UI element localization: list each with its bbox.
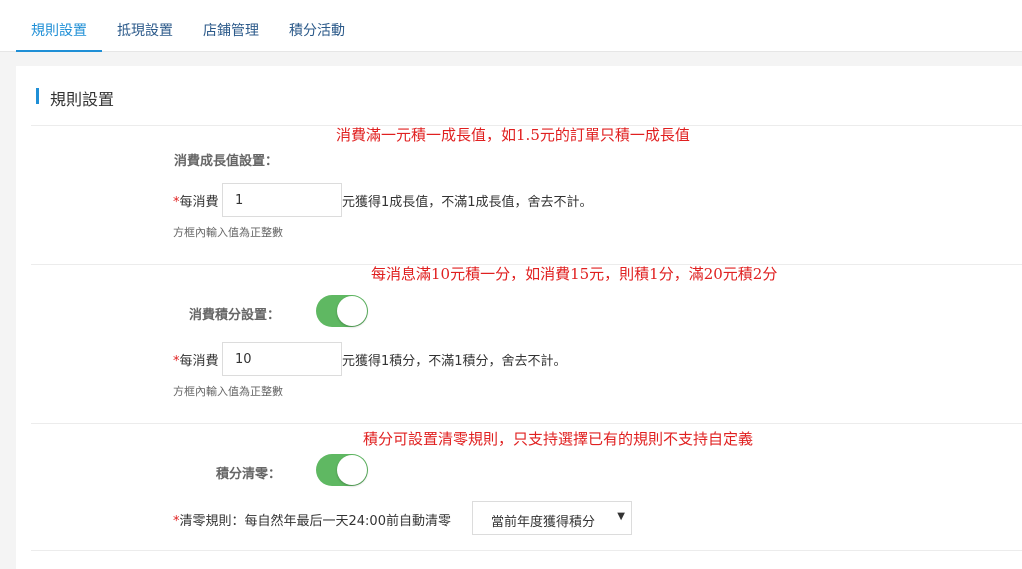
growth-note: 消費滿一元積一成長值，如1.5元的訂單只積一成長值 bbox=[336, 126, 690, 144]
clear-toggle[interactable] bbox=[316, 454, 368, 486]
tab-points-activity[interactable]: 積分活動 bbox=[284, 0, 350, 52]
section-title-accent bbox=[36, 88, 39, 104]
divider bbox=[31, 423, 1022, 424]
tab-rule-settings[interactable]: 規則設置 bbox=[16, 0, 102, 52]
growth-field-label: *每消費 bbox=[173, 191, 219, 210]
points-hint: 方框內輸入值為正整數 bbox=[173, 385, 283, 398]
growth-label: 消費成長值設置： bbox=[174, 154, 279, 169]
clear-note: 積分可設置清零規則，只支持選擇已有的規則不支持自定義 bbox=[363, 430, 754, 448]
points-field-label: *每消費 bbox=[173, 350, 219, 369]
divider bbox=[31, 550, 1022, 551]
points-label: 消費積分設置： bbox=[189, 308, 281, 323]
tab-bar: 規則設置 抵現設置 店鋪管理 積分活動 bbox=[0, 0, 1022, 52]
growth-amount-input[interactable] bbox=[222, 183, 342, 217]
clear-label: 積分清零： bbox=[216, 467, 282, 482]
clear-rule-selected: 當前年度獲得積分 bbox=[491, 515, 596, 530]
growth-field-text: 每消費 bbox=[179, 195, 219, 210]
toggle-knob bbox=[337, 296, 367, 326]
tab-store-management[interactable]: 店鋪管理 bbox=[198, 0, 264, 52]
points-suffix: 元獲得1積分，不滿1積分，舍去不計。 bbox=[342, 354, 567, 369]
chevron-down-icon: ▼ bbox=[617, 511, 625, 522]
section-title: 規則設置 bbox=[50, 90, 115, 109]
points-note: 每消息滿10元積一分，如消費15元，則積1分，滿20元積2分 bbox=[371, 265, 778, 283]
clear-rule-select[interactable]: 當前年度獲得積分 ▼ bbox=[472, 501, 632, 535]
points-field-text: 每消費 bbox=[179, 354, 219, 369]
toggle-knob bbox=[337, 455, 367, 485]
points-toggle[interactable] bbox=[316, 295, 368, 327]
clear-rule-text: 清零規則：每自然年最后一天24:00前自動清零 bbox=[179, 514, 451, 529]
growth-suffix: 元獲得1成長值，不滿1成長值，舍去不計。 bbox=[342, 195, 593, 210]
tab-cash-settings[interactable]: 抵現設置 bbox=[112, 0, 178, 52]
settings-panel: 規則設置 消費滿一元積一成長值，如1.5元的訂單只積一成長值 消費成長值設置： … bbox=[16, 66, 1022, 569]
growth-hint: 方框內輸入值為正整數 bbox=[173, 226, 283, 239]
points-amount-input[interactable] bbox=[222, 342, 342, 376]
clear-rule-label: *清零規則：每自然年最后一天24:00前自動清零 bbox=[173, 510, 451, 529]
